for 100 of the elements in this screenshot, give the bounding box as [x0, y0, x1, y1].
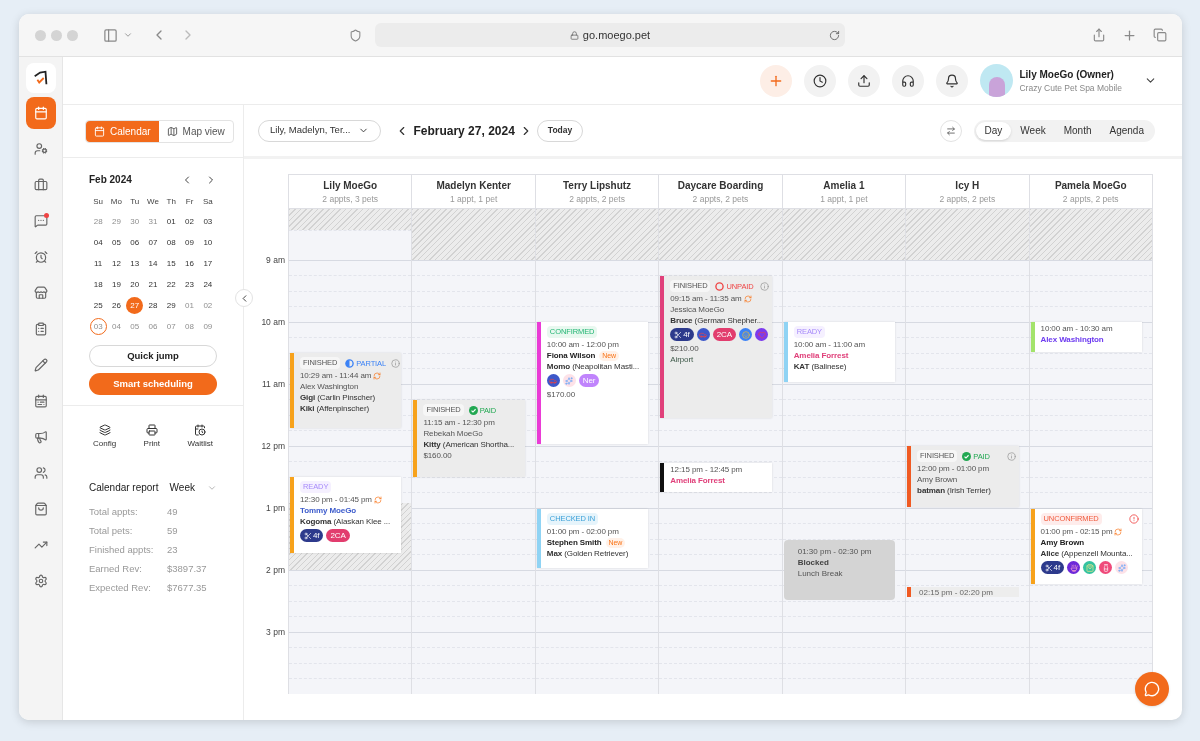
- day-cell[interactable]: 28: [144, 297, 162, 314]
- day-cell[interactable]: 29: [162, 297, 180, 314]
- day-cell[interactable]: 21: [144, 276, 162, 293]
- day-cell[interactable]: 08: [162, 234, 180, 251]
- pet-line: Gigi (Carlin Pinscher): [300, 392, 377, 403]
- day-cell[interactable]: 02: [181, 213, 199, 230]
- day-cell[interactable]: 13: [126, 255, 144, 272]
- view-tab[interactable]: Month: [1054, 121, 1101, 140]
- day-cell[interactable]: 22: [162, 276, 180, 293]
- app-logo[interactable]: [25, 63, 56, 93]
- day-cell[interactable]: 31: [144, 213, 162, 230]
- day-cell[interactable]: 06: [126, 234, 144, 251]
- time-label: 2 pm: [266, 564, 285, 577]
- view-tab[interactable]: Day: [975, 121, 1012, 140]
- day-cell[interactable]: 12: [107, 255, 125, 272]
- staff-name: Amelia 1: [823, 178, 865, 193]
- day-cell[interactable]: 18: [89, 276, 107, 293]
- pet-tag: Ner: [578, 374, 600, 387]
- staff-summary: 2 appts, 2 pets: [569, 192, 625, 206]
- day-cell[interactable]: 28: [89, 213, 107, 230]
- event-time: 12:30 pm - 01:45 pm: [300, 494, 372, 505]
- day-cell[interactable]: 30: [126, 213, 144, 230]
- day-cell[interactable]: 05: [126, 318, 144, 335]
- day-cell[interactable]: 29: [107, 213, 125, 230]
- add-button[interactable]: [760, 64, 793, 97]
- appointment-strip[interactable]: 02:15 pm - 02:20 pm: [907, 587, 1019, 597]
- upload-icon: [857, 73, 872, 88]
- tool-button[interactable]: Config: [93, 424, 117, 450]
- event-time: 01:00 pm - 02:15 pm: [1040, 526, 1113, 537]
- support-button[interactable]: [892, 64, 925, 97]
- clock-button[interactable]: [804, 64, 837, 97]
- upload-button[interactable]: [848, 64, 881, 97]
- day-cell[interactable]: 14: [144, 255, 162, 272]
- day-cell[interactable]: 07: [162, 318, 180, 335]
- day-cell[interactable]: 17: [199, 255, 217, 272]
- day-cell[interactable]: 16: [181, 255, 199, 272]
- calendar-icon: [94, 125, 105, 137]
- tool-button[interactable]: Print: [143, 424, 161, 450]
- view-tab[interactable]: Agenda: [1100, 121, 1153, 140]
- client-name: Jessica MoeGo: [670, 304, 725, 315]
- day-cell[interactable]: 19: [107, 276, 125, 293]
- staff-name: Terry Lipshutz: [562, 178, 632, 193]
- notifications-button[interactable]: [936, 64, 969, 97]
- day-cell[interactable]: 20: [126, 276, 144, 293]
- view-tab[interactable]: Week: [1011, 121, 1055, 140]
- staff-summary: 2 appts, 2 pets: [939, 192, 996, 206]
- tool-button[interactable]: Waitlist: [187, 424, 213, 450]
- day-cell[interactable]: 06: [144, 318, 162, 335]
- share-icon[interactable]: [1092, 28, 1106, 42]
- appointment-card[interactable]: 10:00 am - 10:30 am Alex Washington: [1030, 322, 1142, 352]
- day-cell[interactable]: 09: [181, 234, 199, 251]
- day-cell[interactable]: 10: [199, 234, 217, 251]
- message-icon: [33, 214, 48, 228]
- stat-label: Total appts:: [89, 505, 139, 519]
- caret-icon[interactable]: [123, 30, 133, 40]
- stat-label: Expected Rev:: [89, 581, 152, 595]
- address-bar[interactable]: go.moego.pet: [375, 23, 845, 47]
- pet-line: batman (Irish Terrier): [917, 485, 992, 496]
- day-cell[interactable]: 02: [199, 297, 217, 314]
- pet-line: Kitty (American Shortha...: [423, 439, 516, 450]
- appointment-card[interactable]: 12:15 pm - 12:45 pm Amelia Forrest: [660, 463, 772, 492]
- day-cell[interactable]: 03: [199, 213, 217, 230]
- shield-icon[interactable]: [349, 28, 362, 42]
- day-cell[interactable]: 24: [199, 276, 217, 293]
- day-cell[interactable]: 25: [89, 297, 107, 314]
- stat-label: Finished appts:: [89, 543, 155, 557]
- collapse-panel-button[interactable]: [235, 289, 253, 307]
- calendar-range-icon: [33, 394, 48, 408]
- day-cell[interactable]: 26: [107, 297, 125, 314]
- alarm-clock-icon: [33, 250, 48, 264]
- client-name: Amelia Forrest: [670, 475, 725, 486]
- check-circle-icon: [468, 405, 478, 415]
- event-time: 01:30 pm - 02:30 pm: [797, 546, 873, 557]
- chat-button[interactable]: [1135, 672, 1169, 706]
- weekday-label: Tu: [129, 196, 141, 208]
- avatar[interactable]: [980, 64, 1014, 97]
- blocked-time-card[interactable]: 01:30 pm - 02:30 pm Blocked Lunch Break: [783, 540, 896, 600]
- day-cell[interactable]: 08: [181, 318, 199, 335]
- reload-icon[interactable]: [829, 29, 840, 41]
- day-cell[interactable]: 09: [199, 318, 217, 335]
- day-cell[interactable]: 15: [162, 255, 180, 272]
- view-tab[interactable]: Map view: [158, 120, 233, 142]
- new-tab-icon[interactable]: [1122, 27, 1137, 43]
- weekday-label: Fr: [184, 196, 195, 208]
- day-cell[interactable]: 01: [162, 213, 180, 230]
- staff-name: Pamela MoeGo: [1054, 178, 1127, 193]
- event-time: 09:15 am - 11:35 am: [670, 293, 742, 304]
- day-cell[interactable]: 11: [89, 255, 107, 272]
- client-name: Amy Brown: [1040, 537, 1085, 548]
- day-cell[interactable]: 07: [144, 234, 162, 251]
- weekday-label: Th: [165, 196, 177, 208]
- period-dropdown[interactable]: Week: [169, 480, 217, 495]
- day-cell[interactable]: 23: [181, 276, 199, 293]
- event-time: 10:00 am - 10:30 am: [1040, 323, 1113, 334]
- day-cell[interactable]: 05: [107, 234, 125, 251]
- tabs-icon[interactable]: [1153, 28, 1167, 42]
- day-cell[interactable]: 01: [181, 297, 199, 314]
- sidebar-icon[interactable]: [103, 27, 118, 43]
- day-cell[interactable]: 04: [89, 234, 107, 251]
- event-note: Airport: [670, 354, 695, 365]
